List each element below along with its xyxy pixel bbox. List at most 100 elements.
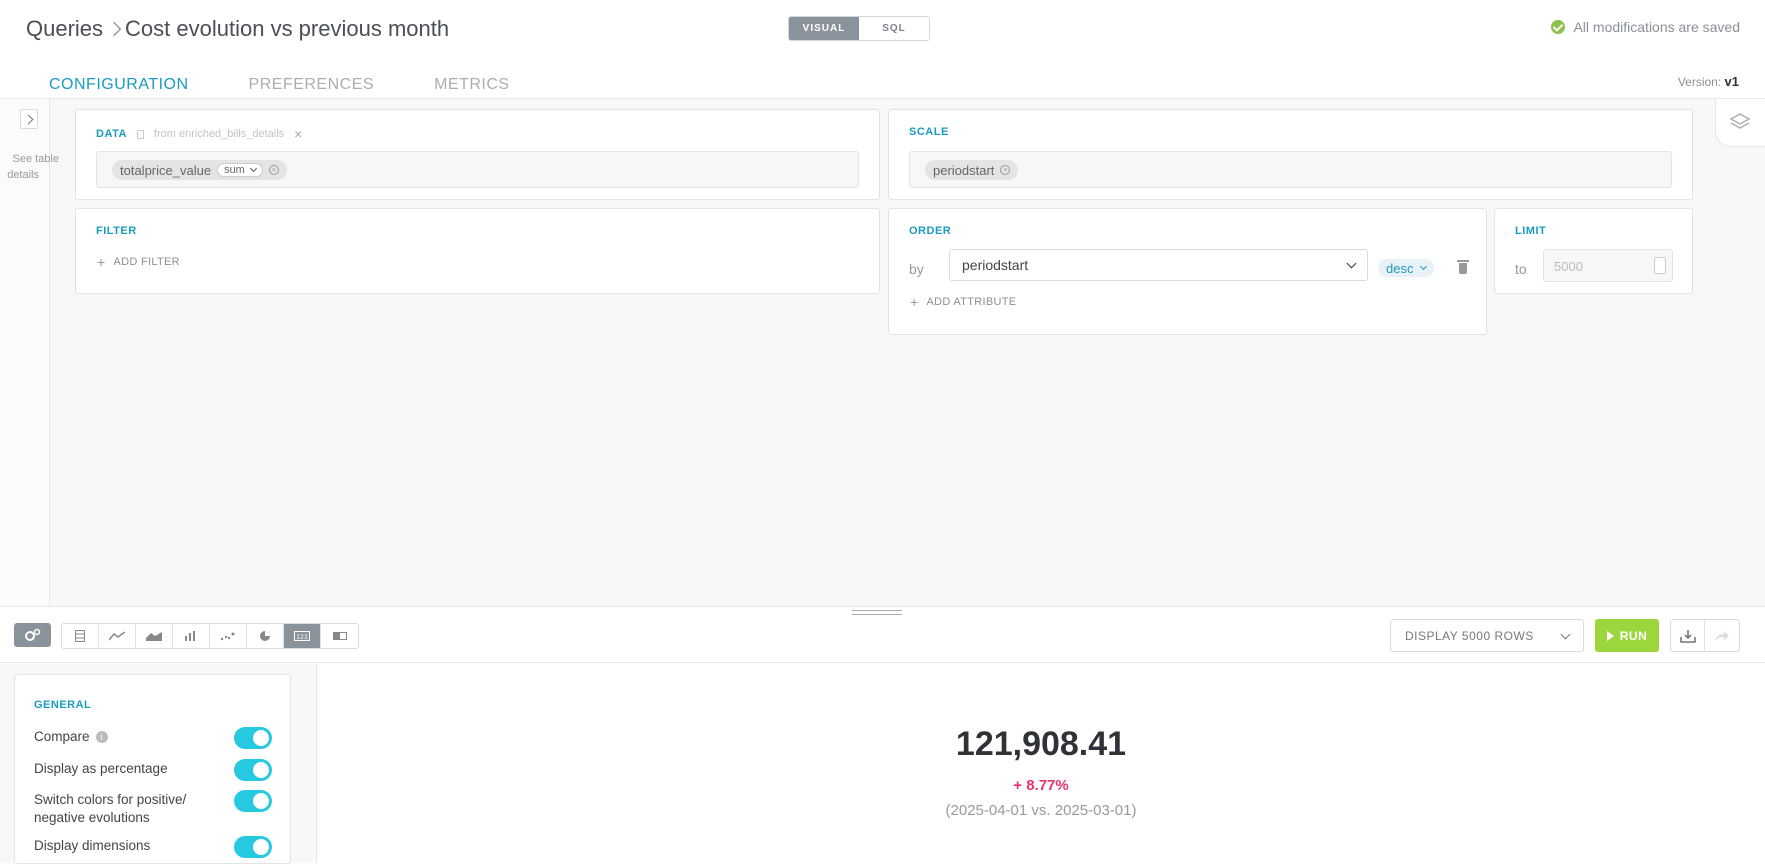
- scale-dimension: periodstart: [933, 162, 995, 178]
- mode-toggle: VISUAL SQL: [788, 16, 930, 41]
- table-icon[interactable]: [62, 624, 99, 648]
- svg-text:123: 123: [296, 634, 308, 641]
- pie-icon[interactable]: [247, 624, 284, 648]
- order-card: ORDER by periodstart desc + ADD ATTRIBUT…: [888, 208, 1487, 335]
- info-icon[interactable]: i: [95, 731, 108, 744]
- dimensions-option: Display dimensions: [34, 838, 151, 853]
- general-settings-panel: GENERAL Compare i Display as percentage S…: [14, 674, 291, 864]
- data-source: from enriched_bills_details: [153, 128, 285, 140]
- layers-icon: [1729, 113, 1751, 129]
- general-title: GENERAL: [34, 699, 92, 711]
- version-indicator: Version: v1: [1678, 74, 1739, 89]
- settings-gear-button[interactable]: [14, 623, 51, 647]
- compare-toggle[interactable]: [234, 727, 272, 749]
- remove-source-icon[interactable]: ×: [294, 126, 303, 142]
- area-chart-icon[interactable]: [136, 624, 173, 648]
- preview-area: GENERAL Compare i Display as percentage S…: [0, 664, 1765, 864]
- breadcrumb: Queries Cost evolution vs previous month: [26, 16, 449, 42]
- chevron-down-icon: [1346, 258, 1357, 269]
- trash-icon[interactable]: [1457, 260, 1469, 274]
- tab-preferences[interactable]: PREFERENCES: [249, 76, 375, 100]
- switch-colors-toggle[interactable]: [234, 790, 272, 812]
- filter-title: FILTER: [96, 225, 137, 237]
- chevron-right-icon: [106, 21, 122, 37]
- header: Queries Cost evolution vs previous month…: [0, 0, 1765, 60]
- kpi-result: 121,908.41 + 8.77% (2025-04-01 vs. 2025-…: [316, 664, 1765, 863]
- save-status: All modifications are saved: [1551, 19, 1740, 35]
- remove-chip-icon[interactable]: ×: [268, 165, 279, 175]
- remove-chip-icon[interactable]: ×: [1000, 165, 1011, 175]
- aggregation-value: sum: [224, 164, 245, 176]
- plus-icon: +: [97, 254, 106, 270]
- save-status-text: All modifications are saved: [1573, 19, 1740, 35]
- order-attribute-select[interactable]: periodstart: [949, 249, 1368, 281]
- plus-icon: +: [910, 294, 919, 310]
- export-actions: [1670, 619, 1740, 652]
- left-sidebar: See table details: [0, 99, 59, 606]
- add-filter-button[interactable]: + ADD FILTER: [97, 254, 180, 270]
- percentage-toggle[interactable]: [234, 759, 272, 781]
- scale-chip[interactable]: periodstart ×: [925, 160, 1019, 180]
- see-table-line2: details: [7, 169, 39, 181]
- tab-configuration[interactable]: CONFIGURATION: [49, 76, 189, 100]
- chevron-down-icon: [1560, 629, 1571, 639]
- chevron-down-icon: [1420, 262, 1428, 271]
- switch-colors-label-line2: negative evolutions: [34, 810, 150, 825]
- see-table-line1: See table: [12, 153, 59, 165]
- run-button[interactable]: RUN: [1595, 619, 1659, 652]
- limit-card: LIMIT to 5000: [1494, 208, 1693, 294]
- see-table-details-link[interactable]: See table details: [7, 151, 59, 183]
- line-chart-icon[interactable]: [99, 624, 136, 648]
- scale-field[interactable]: periodstart ×: [909, 151, 1672, 188]
- kpi-value: 121,908.41: [955, 725, 1127, 763]
- scatter-icon[interactable]: [210, 624, 247, 648]
- display-rows-select[interactable]: DISPLAY 5000 ROWS: [1390, 619, 1584, 652]
- limit-to-label: to: [1515, 261, 1527, 277]
- limit-placeholder: 5000: [1554, 259, 1583, 274]
- dimensions-toggle[interactable]: [234, 836, 272, 858]
- switch-colors-label-line1: Switch colors for positive/: [34, 792, 187, 807]
- add-attribute-button[interactable]: + ADD ATTRIBUTE: [910, 294, 1016, 310]
- table-icon: [136, 129, 144, 139]
- scale-title: SCALE: [909, 126, 949, 138]
- kpi-period: (2025-04-01 vs. 2025-03-01): [945, 802, 1137, 819]
- compare-label: Compare: [34, 729, 90, 744]
- measure-field[interactable]: totalprice_value sum ×: [96, 151, 859, 188]
- stepper-icon[interactable]: [1654, 257, 1666, 274]
- measure-name: totalprice_value: [120, 162, 212, 178]
- check-circle-icon: [1551, 20, 1566, 34]
- tab-metrics[interactable]: METRICS: [434, 76, 510, 100]
- order-by-label: by: [909, 261, 924, 277]
- version-label: Version:: [1677, 75, 1722, 89]
- order-title: ORDER: [909, 225, 952, 237]
- gauge-icon[interactable]: [321, 624, 358, 648]
- configuration-panel: See table details DATA from enriched_bil…: [0, 99, 1765, 606]
- order-direction-value: desc: [1386, 260, 1414, 276]
- breadcrumb-root[interactable]: Queries: [26, 16, 103, 42]
- share-icon[interactable]: [1705, 620, 1739, 651]
- chevron-down-icon: [249, 164, 257, 173]
- display-rows-value: DISPLAY 5000 ROWS: [1405, 628, 1534, 643]
- add-filter-label: ADD FILTER: [113, 256, 180, 268]
- aggregation-select[interactable]: sum: [217, 163, 263, 177]
- version-value: v1: [1724, 74, 1739, 89]
- bar-chart-icon[interactable]: [173, 624, 210, 648]
- layers-panel-toggle[interactable]: [1715, 99, 1765, 147]
- kpi-icon[interactable]: 123: [284, 624, 321, 648]
- data-card-title: DATA from enriched_bills_details ×: [96, 126, 303, 142]
- visual-mode-button[interactable]: VISUAL: [789, 17, 859, 40]
- order-direction-select[interactable]: desc: [1378, 259, 1435, 277]
- measure-chip[interactable]: totalprice_value sum ×: [112, 160, 287, 180]
- percentage-option: Display as percentage: [34, 761, 168, 776]
- order-attribute-value: periodstart: [962, 257, 1029, 273]
- filter-card: FILTER + ADD FILTER: [75, 208, 880, 294]
- scale-card: SCALE periodstart ×: [888, 109, 1693, 200]
- resize-handle[interactable]: [852, 610, 902, 615]
- sql-mode-button[interactable]: SQL: [859, 17, 929, 40]
- limit-input[interactable]: 5000: [1543, 249, 1673, 282]
- expand-sidebar-button[interactable]: [20, 109, 38, 129]
- download-icon[interactable]: [1671, 620, 1705, 651]
- page-title: Cost evolution vs previous month: [125, 16, 450, 41]
- kpi-evolution: + 8.77%: [1013, 777, 1069, 794]
- visualization-type-group: 123: [61, 623, 359, 649]
